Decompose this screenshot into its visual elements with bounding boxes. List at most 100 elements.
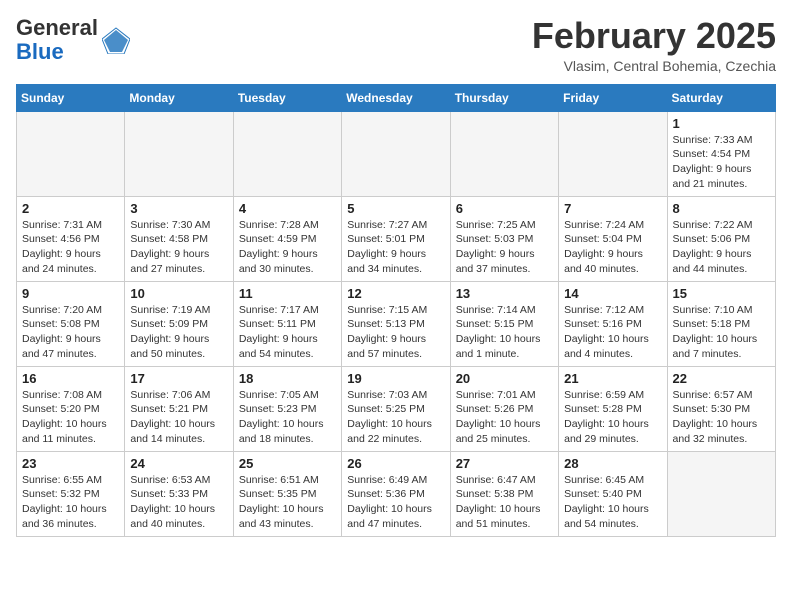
calendar-day-cell: 26 Sunrise: 6:49 AM Sunset: 5:36 PM Dayli… bbox=[342, 451, 450, 536]
calendar-day-cell: 16Sunrise: 7:08 AM Sunset: 5:20 PM Dayli… bbox=[17, 366, 125, 451]
calendar-day-cell: 27 Sunrise: 6:47 AM Sunset: 5:38 PM Dayli… bbox=[450, 451, 558, 536]
day-number: 19 bbox=[347, 371, 444, 386]
day-number: 20 bbox=[456, 371, 553, 386]
day-number: 25 bbox=[239, 456, 336, 471]
calendar-header-row: SundayMondayTuesdayWednesdayThursdayFrid… bbox=[17, 84, 776, 111]
calendar-day-cell: 24 Sunrise: 6:53 AM Sunset: 5:33 PM Dayli… bbox=[125, 451, 233, 536]
day-number: 2 bbox=[22, 201, 119, 216]
day-info: Sunrise: 7:33 AM Sunset: 4:54 PM Dayligh… bbox=[673, 133, 770, 192]
calendar-day-cell: 17 Sunrise: 7:06 AM Sunset: 5:21 PM Dayli… bbox=[125, 366, 233, 451]
day-info: Sunrise: 7:10 AM Sunset: 5:18 PM Dayligh… bbox=[673, 303, 770, 362]
calendar-day-cell bbox=[450, 111, 558, 196]
logo-icon bbox=[102, 26, 130, 54]
calendar-day-cell: 19 Sunrise: 7:03 AM Sunset: 5:25 PM Dayli… bbox=[342, 366, 450, 451]
calendar-day-cell: 9 Sunrise: 7:20 AM Sunset: 5:08 PM Daylig… bbox=[17, 281, 125, 366]
day-info: Sunrise: 7:06 AM Sunset: 5:21 PM Dayligh… bbox=[130, 388, 227, 447]
day-info: Sunrise: 7:24 AM Sunset: 5:04 PM Dayligh… bbox=[564, 218, 661, 277]
calendar-day-cell: 14 Sunrise: 7:12 AM Sunset: 5:16 PM Dayli… bbox=[559, 281, 667, 366]
day-number: 9 bbox=[22, 286, 119, 301]
calendar-day-cell: 2 Sunrise: 7:31 AM Sunset: 4:56 PM Daylig… bbox=[17, 196, 125, 281]
logo-text: General Blue bbox=[16, 16, 98, 64]
day-number: 17 bbox=[130, 371, 227, 386]
calendar-day-cell: 18 Sunrise: 7:05 AM Sunset: 5:23 PM Dayli… bbox=[233, 366, 341, 451]
day-number: 10 bbox=[130, 286, 227, 301]
day-info: Sunrise: 7:03 AM Sunset: 5:25 PM Dayligh… bbox=[347, 388, 444, 447]
day-number: 13 bbox=[456, 286, 553, 301]
day-of-week-header: Sunday bbox=[17, 84, 125, 111]
day-number: 6 bbox=[456, 201, 553, 216]
day-of-week-header: Tuesday bbox=[233, 84, 341, 111]
day-number: 21 bbox=[564, 371, 661, 386]
calendar-day-cell: 5 Sunrise: 7:27 AM Sunset: 5:01 PM Daylig… bbox=[342, 196, 450, 281]
day-info: Sunrise: 6:51 AM Sunset: 5:35 PM Dayligh… bbox=[239, 473, 336, 532]
day-number: 23 bbox=[22, 456, 119, 471]
calendar-day-cell: 21 Sunrise: 6:59 AM Sunset: 5:28 PM Dayli… bbox=[559, 366, 667, 451]
location: Vlasim, Central Bohemia, Czechia bbox=[532, 58, 776, 74]
calendar-day-cell: 1 Sunrise: 7:33 AM Sunset: 4:54 PM Daylig… bbox=[667, 111, 775, 196]
day-number: 8 bbox=[673, 201, 770, 216]
month-title: February 2025 bbox=[532, 16, 776, 56]
logo: General Blue bbox=[16, 16, 130, 64]
day-info: Sunrise: 6:53 AM Sunset: 5:33 PM Dayligh… bbox=[130, 473, 227, 532]
day-info: Sunrise: 6:59 AM Sunset: 5:28 PM Dayligh… bbox=[564, 388, 661, 447]
day-info: Sunrise: 6:57 AM Sunset: 5:30 PM Dayligh… bbox=[673, 388, 770, 447]
day-info: Sunrise: 7:12 AM Sunset: 5:16 PM Dayligh… bbox=[564, 303, 661, 362]
calendar-week-row: 23 Sunrise: 6:55 AM Sunset: 5:32 PM Dayli… bbox=[17, 451, 776, 536]
calendar-day-cell bbox=[342, 111, 450, 196]
day-number: 18 bbox=[239, 371, 336, 386]
day-of-week-header: Wednesday bbox=[342, 84, 450, 111]
day-number: 28 bbox=[564, 456, 661, 471]
calendar-day-cell: 28 Sunrise: 6:45 AM Sunset: 5:40 PM Dayli… bbox=[559, 451, 667, 536]
day-info: Sunrise: 7:01 AM Sunset: 5:26 PM Dayligh… bbox=[456, 388, 553, 447]
day-of-week-header: Saturday bbox=[667, 84, 775, 111]
day-info: Sunrise: 7:20 AM Sunset: 5:08 PM Dayligh… bbox=[22, 303, 119, 362]
calendar-day-cell: 20 Sunrise: 7:01 AM Sunset: 5:26 PM Dayli… bbox=[450, 366, 558, 451]
day-info: Sunrise: 7:31 AM Sunset: 4:56 PM Dayligh… bbox=[22, 218, 119, 277]
calendar-day-cell: 8 Sunrise: 7:22 AM Sunset: 5:06 PM Daylig… bbox=[667, 196, 775, 281]
day-of-week-header: Monday bbox=[125, 84, 233, 111]
calendar-day-cell bbox=[17, 111, 125, 196]
day-info: Sunrise: 7:05 AM Sunset: 5:23 PM Dayligh… bbox=[239, 388, 336, 447]
day-number: 16 bbox=[22, 371, 119, 386]
calendar-day-cell bbox=[667, 451, 775, 536]
calendar-day-cell: 7 Sunrise: 7:24 AM Sunset: 5:04 PM Daylig… bbox=[559, 196, 667, 281]
day-number: 1 bbox=[673, 116, 770, 131]
calendar-day-cell: 10 Sunrise: 7:19 AM Sunset: 5:09 PM Dayli… bbox=[125, 281, 233, 366]
day-info: Sunrise: 7:30 AM Sunset: 4:58 PM Dayligh… bbox=[130, 218, 227, 277]
day-number: 15 bbox=[673, 286, 770, 301]
day-number: 12 bbox=[347, 286, 444, 301]
day-info: Sunrise: 6:47 AM Sunset: 5:38 PM Dayligh… bbox=[456, 473, 553, 532]
day-number: 7 bbox=[564, 201, 661, 216]
calendar-table: SundayMondayTuesdayWednesdayThursdayFrid… bbox=[16, 84, 776, 537]
day-info: Sunrise: 7:19 AM Sunset: 5:09 PM Dayligh… bbox=[130, 303, 227, 362]
day-number: 24 bbox=[130, 456, 227, 471]
calendar-day-cell: 25 Sunrise: 6:51 AM Sunset: 5:35 PM Dayli… bbox=[233, 451, 341, 536]
calendar-day-cell: 6Sunrise: 7:25 AM Sunset: 5:03 PM Daylig… bbox=[450, 196, 558, 281]
page-header: General Blue February 2025 Vlasim, Centr… bbox=[16, 16, 776, 74]
calendar-day-cell bbox=[233, 111, 341, 196]
day-info: Sunrise: 6:45 AM Sunset: 5:40 PM Dayligh… bbox=[564, 473, 661, 532]
day-number: 26 bbox=[347, 456, 444, 471]
calendar-day-cell: 4Sunrise: 7:28 AM Sunset: 4:59 PM Daylig… bbox=[233, 196, 341, 281]
logo-blue: Blue bbox=[16, 39, 64, 64]
day-number: 14 bbox=[564, 286, 661, 301]
day-number: 27 bbox=[456, 456, 553, 471]
calendar-day-cell: 3 Sunrise: 7:30 AM Sunset: 4:58 PM Daylig… bbox=[125, 196, 233, 281]
calendar-week-row: 16Sunrise: 7:08 AM Sunset: 5:20 PM Dayli… bbox=[17, 366, 776, 451]
calendar-day-cell bbox=[125, 111, 233, 196]
day-number: 5 bbox=[347, 201, 444, 216]
day-info: Sunrise: 6:55 AM Sunset: 5:32 PM Dayligh… bbox=[22, 473, 119, 532]
calendar-day-cell: 23 Sunrise: 6:55 AM Sunset: 5:32 PM Dayli… bbox=[17, 451, 125, 536]
day-info: Sunrise: 6:49 AM Sunset: 5:36 PM Dayligh… bbox=[347, 473, 444, 532]
day-of-week-header: Thursday bbox=[450, 84, 558, 111]
day-number: 4 bbox=[239, 201, 336, 216]
calendar-day-cell: 22 Sunrise: 6:57 AM Sunset: 5:30 PM Dayli… bbox=[667, 366, 775, 451]
logo-general: General bbox=[16, 15, 98, 40]
day-number: 22 bbox=[673, 371, 770, 386]
day-info: Sunrise: 7:22 AM Sunset: 5:06 PM Dayligh… bbox=[673, 218, 770, 277]
day-of-week-header: Friday bbox=[559, 84, 667, 111]
calendar-week-row: 2 Sunrise: 7:31 AM Sunset: 4:56 PM Daylig… bbox=[17, 196, 776, 281]
day-info: Sunrise: 7:27 AM Sunset: 5:01 PM Dayligh… bbox=[347, 218, 444, 277]
calendar-day-cell: 12Sunrise: 7:15 AM Sunset: 5:13 PM Dayli… bbox=[342, 281, 450, 366]
day-number: 3 bbox=[130, 201, 227, 216]
